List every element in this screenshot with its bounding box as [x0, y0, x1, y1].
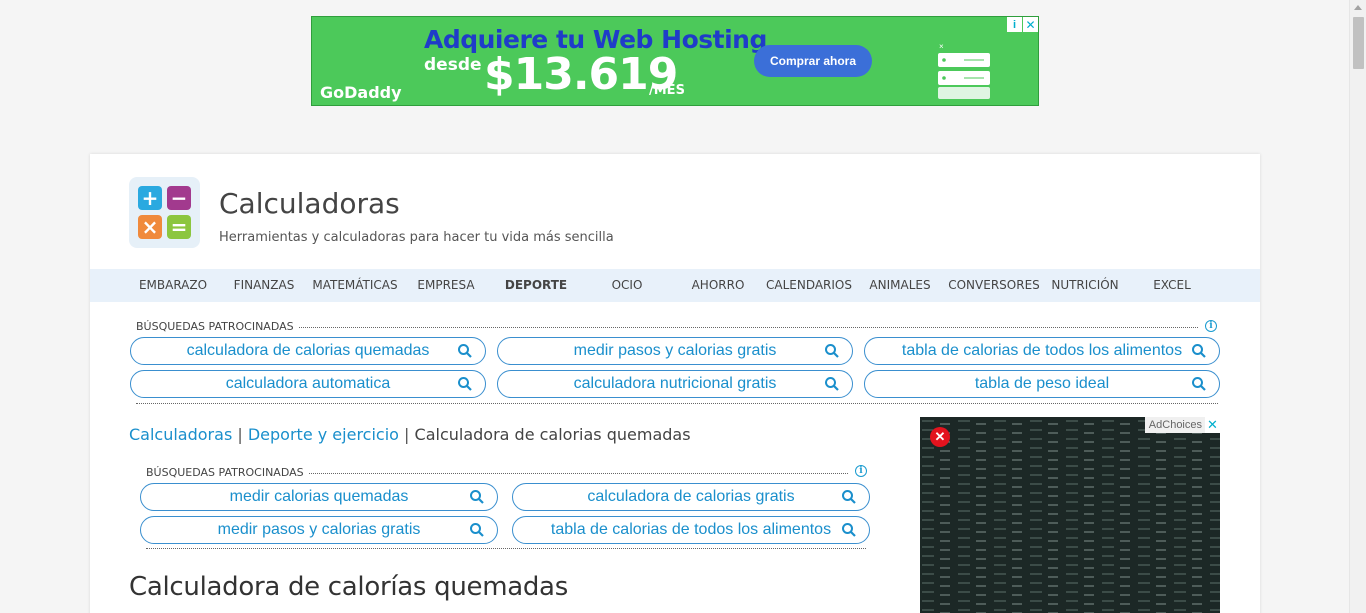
- search-icon: [458, 377, 472, 391]
- sponsored-search-link[interactable]: medir calorias quemadas: [140, 483, 498, 511]
- times-icon: ×: [138, 215, 162, 239]
- ad-close-icon[interactable]: ✕: [1205, 417, 1220, 433]
- sponsored-info-icon[interactable]: i: [1205, 320, 1217, 332]
- sponsored-search-link[interactable]: tabla de calorias de todos los alimentos: [512, 516, 870, 544]
- nav-item-ocio[interactable]: OCIO: [587, 269, 667, 302]
- adchoices-badge[interactable]: AdChoices ✕: [1144, 417, 1220, 433]
- sponsored-search-text: calculadora nutricional gratis: [573, 375, 777, 392]
- nav-item-nutricion[interactable]: NUTRICIÓN: [1042, 269, 1128, 302]
- sponsored-search-text: tabla de calorias de todos los alimentos: [901, 342, 1183, 359]
- search-icon: [1192, 344, 1206, 358]
- main-card: + − × = Calculadoras Herramientas y calc…: [90, 154, 1260, 613]
- site-subtitle: Herramientas y calculadoras para hacer t…: [219, 230, 614, 245]
- side-video-ad[interactable]: ✕ AdChoices ✕: [920, 417, 1220, 613]
- sponsored-divider: [136, 403, 1218, 404]
- sponsored-label: BÚSQUEDAS PATROCINADAS: [136, 320, 298, 333]
- close-ad-icon[interactable]: ✕: [930, 427, 950, 447]
- ad-close-icon[interactable]: ✕: [1023, 17, 1038, 32]
- adchoices-label: AdChoices: [1148, 419, 1202, 431]
- search-icon: [842, 523, 856, 537]
- breadcrumb-separator: |: [404, 425, 410, 444]
- breadcrumb-section-link[interactable]: Deporte y ejercicio: [248, 425, 399, 444]
- page-scrollbar[interactable]: [1349, 0, 1366, 613]
- sponsored-search-link[interactable]: medir pasos y calorias gratis: [140, 516, 498, 544]
- search-icon: [470, 490, 484, 504]
- breadcrumb: Calculadoras | Deporte y ejercicio | Cal…: [129, 425, 691, 444]
- sponsored-search-link[interactable]: tabla de peso ideal: [864, 370, 1220, 398]
- sponsored-search-text: calculadora de calorias gratis: [587, 488, 795, 505]
- main-nav: EMBARAZO FINANZAS MATEMÁTICAS EMPRESA DE…: [90, 269, 1260, 302]
- nav-item-matematicas[interactable]: MATEMÁTICAS: [310, 269, 400, 302]
- search-icon: [1192, 377, 1206, 391]
- scrollbar-thumb[interactable]: [1353, 17, 1364, 69]
- page-heading: Calculadora de calorías quemadas: [129, 572, 568, 602]
- sponsored-search-link[interactable]: tabla de calorias de todos los alimentos: [864, 337, 1220, 365]
- nav-item-excel[interactable]: EXCEL: [1132, 269, 1212, 302]
- search-icon: [825, 377, 839, 391]
- sponsored-search-text: medir pasos y calorias gratis: [573, 342, 777, 359]
- sponsored-search-text: tabla de calorias de todos los alimentos: [550, 521, 832, 538]
- minus-icon: −: [167, 186, 191, 210]
- breadcrumb-separator: |: [237, 425, 243, 444]
- nav-item-ahorro[interactable]: AHORRO: [678, 269, 758, 302]
- ad-desde: desde: [424, 55, 482, 75]
- sponsored-search-link[interactable]: calculadora nutricional gratis: [497, 370, 853, 398]
- ad-info-icon[interactable]: i: [1007, 17, 1022, 32]
- sponsored-info-icon[interactable]: i: [855, 465, 867, 477]
- sponsored-search-text: tabla de peso ideal: [974, 375, 1110, 392]
- nav-item-conversores[interactable]: CONVERSORES: [944, 269, 1044, 302]
- sponsored-search-link[interactable]: calculadora de calorias quemadas: [130, 337, 486, 365]
- ad-cta-button[interactable]: Comprar ahora: [754, 45, 872, 77]
- nav-item-calendarios[interactable]: CALENDARIOS: [763, 269, 855, 302]
- equals-icon: =: [167, 215, 191, 239]
- sponsored-divider: [146, 548, 866, 549]
- ad-per-month: /MES: [649, 83, 685, 98]
- nav-item-empresa[interactable]: EMPRESA: [406, 269, 486, 302]
- sponsored-search-link[interactable]: calculadora de calorias gratis: [512, 483, 870, 511]
- server-icon: ×: [938, 43, 990, 99]
- sponsored-search-link[interactable]: medir pasos y calorias gratis: [497, 337, 853, 365]
- scroll-up-arrow-icon[interactable]: [1354, 5, 1362, 10]
- nav-item-finanzas[interactable]: FINANZAS: [224, 269, 304, 302]
- ad-brand-logo: GoDaddy: [320, 83, 402, 102]
- nav-item-embarazo[interactable]: EMBARAZO: [133, 269, 213, 302]
- ad-video-frame: [920, 417, 1220, 613]
- search-icon: [470, 523, 484, 537]
- sponsored-search-link[interactable]: calculadora automatica: [130, 370, 486, 398]
- sponsored-search-text: medir calorias quemadas: [229, 488, 409, 505]
- nav-item-deporte[interactable]: DEPORTE: [496, 269, 576, 302]
- site-title[interactable]: Calculadoras: [219, 187, 400, 220]
- search-icon: [458, 344, 472, 358]
- sponsored-search-text: calculadora de calorias quemadas: [186, 342, 430, 359]
- plus-icon: +: [138, 186, 162, 210]
- sponsored-search-text: medir pasos y calorias gratis: [217, 521, 421, 538]
- site-logo[interactable]: + − × =: [129, 177, 200, 248]
- search-icon: [842, 490, 856, 504]
- search-icon: [825, 344, 839, 358]
- breadcrumb-current: Calculadora de calorias quemadas: [414, 425, 691, 444]
- svg-text:×: ×: [939, 43, 944, 51]
- nav-item-animales[interactable]: ANIMALES: [860, 269, 940, 302]
- sponsored-search-text: calculadora automatica: [225, 375, 391, 392]
- sponsored-label: BÚSQUEDAS PATROCINADAS: [146, 466, 308, 479]
- top-banner-ad[interactable]: Adquiere tu Web Hosting desde $13.619 /M…: [311, 16, 1039, 106]
- breadcrumb-home-link[interactable]: Calculadoras: [129, 425, 232, 444]
